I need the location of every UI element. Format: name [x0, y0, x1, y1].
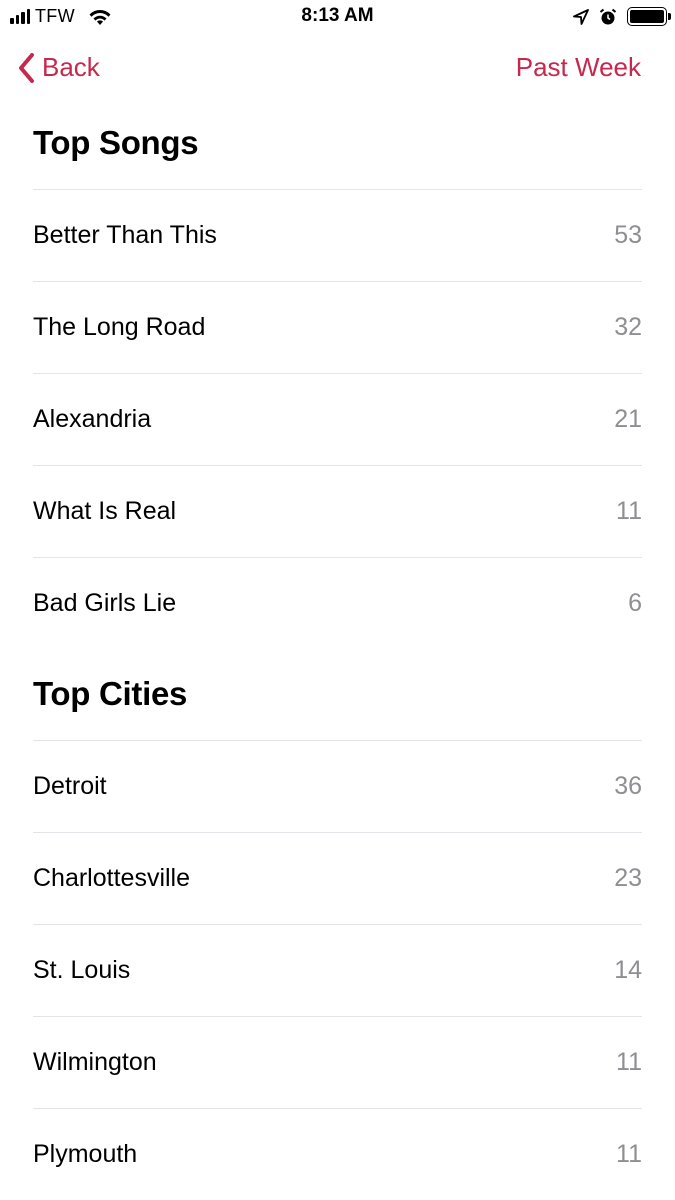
song-name: Better Than This — [33, 221, 217, 249]
top-cities-list: Detroit 36 Charlottesville 23 St. Louis … — [33, 740, 642, 1200]
location-icon — [573, 8, 589, 25]
song-name: Alexandria — [33, 405, 152, 433]
city-count: 36 — [614, 772, 642, 800]
song-name: The Long Road — [33, 313, 206, 341]
song-name: What Is Real — [33, 497, 177, 525]
back-button[interactable]: Back — [18, 52, 100, 83]
city-count: 23 — [614, 864, 642, 892]
song-count: 53 — [614, 221, 642, 249]
top-songs-list: Better Than This 53 The Long Road 32 Ale… — [33, 189, 642, 649]
battery-icon — [627, 7, 671, 26]
back-label: Back — [42, 52, 100, 82]
city-count: 11 — [616, 1048, 642, 1076]
chevron-left-icon — [19, 52, 34, 83]
song-row[interactable]: Bad Girls Lie 6 — [33, 557, 642, 649]
song-count: 32 — [614, 313, 642, 341]
city-name: Charlottesville — [33, 864, 191, 892]
city-row[interactable]: Plymouth 11 — [33, 1108, 642, 1200]
song-row[interactable]: What Is Real 11 — [33, 465, 642, 557]
city-name: Detroit — [33, 772, 107, 800]
song-row[interactable]: Better Than This 53 — [33, 189, 642, 281]
city-name: St. Louis — [33, 956, 131, 984]
song-count: 6 — [628, 589, 642, 617]
song-row[interactable]: The Long Road 32 — [33, 281, 642, 373]
city-count: 11 — [616, 1140, 642, 1168]
song-row[interactable]: Alexandria 21 — [33, 373, 642, 465]
top-cities-title: Top Cities — [33, 675, 188, 712]
city-row[interactable]: Charlottesville 23 — [33, 832, 642, 924]
city-name: Wilmington — [33, 1048, 157, 1076]
city-name: Plymouth — [33, 1140, 138, 1168]
navigation-bar: Back Past Week — [0, 48, 675, 92]
song-count: 11 — [616, 497, 642, 525]
song-count: 21 — [614, 405, 642, 433]
time-range-button[interactable]: Past Week — [516, 52, 641, 83]
top-songs-title: Top Songs — [33, 124, 199, 161]
status-right — [573, 7, 671, 26]
city-row[interactable]: Detroit 36 — [33, 740, 642, 832]
alarm-icon — [599, 8, 617, 24]
song-name: Bad Girls Lie — [33, 589, 177, 617]
city-row[interactable]: St. Louis 14 — [33, 924, 642, 1016]
city-row[interactable]: Wilmington 11 — [33, 1016, 642, 1108]
city-count: 14 — [614, 956, 642, 984]
status-bar: TFW 8:13 AM — [0, 0, 675, 34]
